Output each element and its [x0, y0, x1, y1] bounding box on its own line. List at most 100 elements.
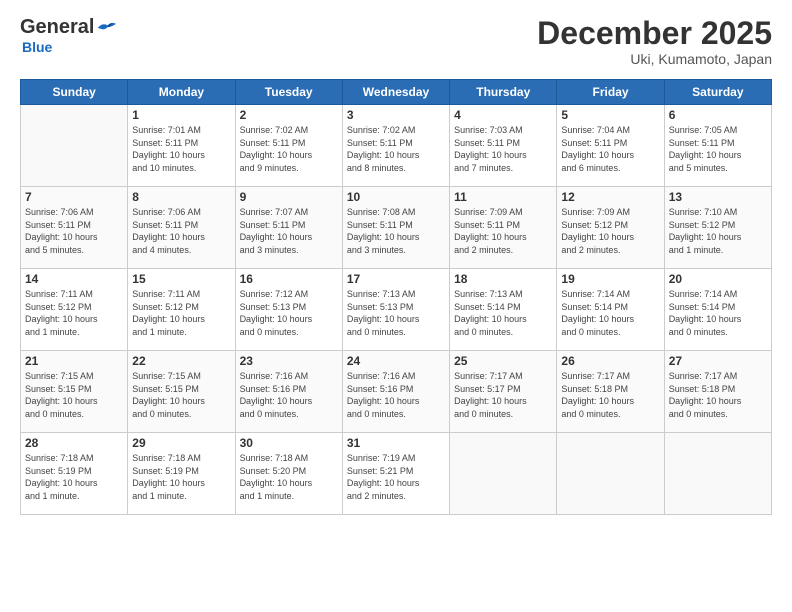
day-info: Sunrise: 7:18 AM Sunset: 5:20 PM Dayligh… [240, 452, 338, 502]
logo: General Blue [20, 16, 116, 55]
day-info: Sunrise: 7:09 AM Sunset: 5:11 PM Dayligh… [454, 206, 552, 256]
day-number: 29 [132, 436, 230, 450]
day-info: Sunrise: 7:19 AM Sunset: 5:21 PM Dayligh… [347, 452, 445, 502]
day-info: Sunrise: 7:18 AM Sunset: 5:19 PM Dayligh… [25, 452, 123, 502]
calendar-header-thursday: Thursday [450, 80, 557, 105]
day-number: 30 [240, 436, 338, 450]
calendar-header-saturday: Saturday [664, 80, 771, 105]
page: General Blue December 2025 Uki, Kumamoto… [0, 0, 792, 612]
calendar-cell [557, 433, 664, 515]
day-info: Sunrise: 7:01 AM Sunset: 5:11 PM Dayligh… [132, 124, 230, 174]
day-number: 21 [25, 354, 123, 368]
day-info: Sunrise: 7:08 AM Sunset: 5:11 PM Dayligh… [347, 206, 445, 256]
calendar-cell: 3Sunrise: 7:02 AM Sunset: 5:11 PM Daylig… [342, 105, 449, 187]
calendar-cell: 9 Sunrise: 7:07 AM Sunset: 5:11 PM Daylig… [235, 187, 342, 269]
day-number: 5 [561, 108, 659, 122]
calendar-header-friday: Friday [557, 80, 664, 105]
calendar-cell: 2 Sunrise: 7:02 AM Sunset: 5:11 PM Daylig… [235, 105, 342, 187]
day-info: Sunrise: 7:13 AM Sunset: 5:14 PM Dayligh… [454, 288, 552, 338]
day-number: 7 [25, 190, 123, 204]
calendar-week-row: 14Sunrise: 7:11 AM Sunset: 5:12 PM Dayli… [21, 269, 772, 351]
calendar-header-row: SundayMondayTuesdayWednesdayThursdayFrid… [21, 80, 772, 105]
day-number: 4 [454, 108, 552, 122]
day-number: 11 [454, 190, 552, 204]
calendar-cell: 14Sunrise: 7:11 AM Sunset: 5:12 PM Dayli… [21, 269, 128, 351]
day-info: Sunrise: 7:09 AM Sunset: 5:12 PM Dayligh… [561, 206, 659, 256]
calendar-header-sunday: Sunday [21, 80, 128, 105]
location: Uki, Kumamoto, Japan [537, 51, 772, 67]
day-number: 6 [669, 108, 767, 122]
day-info: Sunrise: 7:16 AM Sunset: 5:16 PM Dayligh… [240, 370, 338, 420]
calendar-week-row: 1Sunrise: 7:01 AM Sunset: 5:11 PM Daylig… [21, 105, 772, 187]
month-title: December 2025 [537, 16, 772, 51]
calendar-cell: 26 Sunrise: 7:17 AM Sunset: 5:18 PM Dayli… [557, 351, 664, 433]
calendar-cell: 31 Sunrise: 7:19 AM Sunset: 5:21 PM Dayli… [342, 433, 449, 515]
calendar-cell: 7 Sunrise: 7:06 AM Sunset: 5:11 PM Daylig… [21, 187, 128, 269]
calendar-cell: 13Sunrise: 7:10 AM Sunset: 5:12 PM Dayli… [664, 187, 771, 269]
day-number: 28 [25, 436, 123, 450]
day-info: Sunrise: 7:14 AM Sunset: 5:14 PM Dayligh… [669, 288, 767, 338]
header: General Blue December 2025 Uki, Kumamoto… [20, 16, 772, 67]
day-number: 24 [347, 354, 445, 368]
logo-blue-text: Blue [22, 39, 52, 55]
calendar-cell: 22Sunrise: 7:15 AM Sunset: 5:15 PM Dayli… [128, 351, 235, 433]
day-info: Sunrise: 7:17 AM Sunset: 5:18 PM Dayligh… [561, 370, 659, 420]
logo-general-text: General [20, 16, 94, 39]
calendar-header-wednesday: Wednesday [342, 80, 449, 105]
calendar-cell: 29 Sunrise: 7:18 AM Sunset: 5:19 PM Dayli… [128, 433, 235, 515]
day-info: Sunrise: 7:06 AM Sunset: 5:11 PM Dayligh… [132, 206, 230, 256]
calendar-cell: 17 Sunrise: 7:13 AM Sunset: 5:13 PM Dayli… [342, 269, 449, 351]
calendar-week-row: 28 Sunrise: 7:18 AM Sunset: 5:19 PM Dayli… [21, 433, 772, 515]
calendar-cell [664, 433, 771, 515]
day-info: Sunrise: 7:17 AM Sunset: 5:18 PM Dayligh… [669, 370, 767, 420]
calendar-cell: 11 Sunrise: 7:09 AM Sunset: 5:11 PM Dayli… [450, 187, 557, 269]
day-number: 2 [240, 108, 338, 122]
logo-bird-icon [96, 20, 116, 36]
calendar-cell: 5Sunrise: 7:04 AM Sunset: 5:11 PM Daylig… [557, 105, 664, 187]
day-number: 31 [347, 436, 445, 450]
day-number: 15 [132, 272, 230, 286]
calendar-cell: 19 Sunrise: 7:14 AM Sunset: 5:14 PM Dayli… [557, 269, 664, 351]
calendar-cell: 23 Sunrise: 7:16 AM Sunset: 5:16 PM Dayli… [235, 351, 342, 433]
calendar-cell: 21 Sunrise: 7:15 AM Sunset: 5:15 PM Dayli… [21, 351, 128, 433]
day-number: 22 [132, 354, 230, 368]
calendar-cell: 4 Sunrise: 7:03 AM Sunset: 5:11 PM Daylig… [450, 105, 557, 187]
day-info: Sunrise: 7:15 AM Sunset: 5:15 PM Dayligh… [25, 370, 123, 420]
calendar: SundayMondayTuesdayWednesdayThursdayFrid… [20, 79, 772, 515]
calendar-cell: 20Sunrise: 7:14 AM Sunset: 5:14 PM Dayli… [664, 269, 771, 351]
day-info: Sunrise: 7:07 AM Sunset: 5:11 PM Dayligh… [240, 206, 338, 256]
calendar-cell: 15Sunrise: 7:11 AM Sunset: 5:12 PM Dayli… [128, 269, 235, 351]
day-info: Sunrise: 7:03 AM Sunset: 5:11 PM Dayligh… [454, 124, 552, 174]
calendar-cell [450, 433, 557, 515]
day-number: 25 [454, 354, 552, 368]
calendar-cell: 24 Sunrise: 7:16 AM Sunset: 5:16 PM Dayli… [342, 351, 449, 433]
calendar-cell: 6 Sunrise: 7:05 AM Sunset: 5:11 PM Daylig… [664, 105, 771, 187]
day-number: 12 [561, 190, 659, 204]
day-info: Sunrise: 7:18 AM Sunset: 5:19 PM Dayligh… [132, 452, 230, 502]
day-info: Sunrise: 7:13 AM Sunset: 5:13 PM Dayligh… [347, 288, 445, 338]
day-number: 9 [240, 190, 338, 204]
logo-text: General [20, 16, 116, 39]
day-info: Sunrise: 7:05 AM Sunset: 5:11 PM Dayligh… [669, 124, 767, 174]
calendar-cell: 16Sunrise: 7:12 AM Sunset: 5:13 PM Dayli… [235, 269, 342, 351]
calendar-header-tuesday: Tuesday [235, 80, 342, 105]
calendar-cell: 1Sunrise: 7:01 AM Sunset: 5:11 PM Daylig… [128, 105, 235, 187]
day-info: Sunrise: 7:14 AM Sunset: 5:14 PM Dayligh… [561, 288, 659, 338]
day-number: 14 [25, 272, 123, 286]
day-number: 19 [561, 272, 659, 286]
calendar-week-row: 7 Sunrise: 7:06 AM Sunset: 5:11 PM Daylig… [21, 187, 772, 269]
calendar-cell: 28 Sunrise: 7:18 AM Sunset: 5:19 PM Dayli… [21, 433, 128, 515]
title-block: December 2025 Uki, Kumamoto, Japan [537, 16, 772, 67]
day-info: Sunrise: 7:16 AM Sunset: 5:16 PM Dayligh… [347, 370, 445, 420]
day-info: Sunrise: 7:02 AM Sunset: 5:11 PM Dayligh… [240, 124, 338, 174]
day-number: 17 [347, 272, 445, 286]
day-number: 8 [132, 190, 230, 204]
day-info: Sunrise: 7:06 AM Sunset: 5:11 PM Dayligh… [25, 206, 123, 256]
calendar-cell: 25Sunrise: 7:17 AM Sunset: 5:17 PM Dayli… [450, 351, 557, 433]
day-number: 18 [454, 272, 552, 286]
day-number: 23 [240, 354, 338, 368]
calendar-cell: 27Sunrise: 7:17 AM Sunset: 5:18 PM Dayli… [664, 351, 771, 433]
day-number: 26 [561, 354, 659, 368]
day-number: 10 [347, 190, 445, 204]
day-info: Sunrise: 7:10 AM Sunset: 5:12 PM Dayligh… [669, 206, 767, 256]
